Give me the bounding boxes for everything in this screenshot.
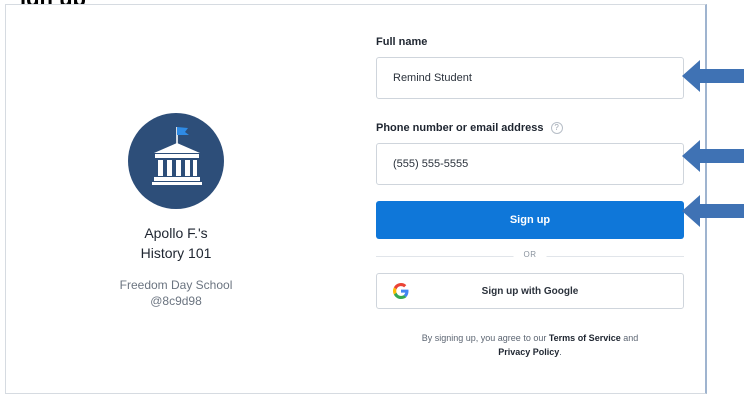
- school-name: Freedom Day School: [119, 278, 233, 292]
- class-code: @8c9d98: [150, 294, 202, 308]
- question-circle-icon[interactable]: ?: [550, 122, 563, 135]
- class-name: History 101: [140, 245, 212, 261]
- full-name-label: Full name: [376, 36, 428, 48]
- google-signup-button[interactable]: Sign up with Google: [376, 273, 684, 309]
- terms-end: .: [559, 347, 562, 357]
- sign-up-label: Sign up: [509, 214, 551, 226]
- google-g-icon: [393, 283, 409, 299]
- contact-label-text: Phone number or email address: [376, 122, 544, 134]
- terms-text: By signing up, you agree to our Terms of…: [376, 331, 684, 359]
- or-divider: OR: [376, 239, 684, 273]
- full-name-input[interactable]: Remind Student: [376, 57, 684, 99]
- school-building-flag-icon: [152, 127, 202, 185]
- terms-of-service-link[interactable]: Terms of Service: [549, 333, 621, 343]
- teacher-name: Apollo F.'s: [144, 225, 208, 241]
- privacy-policy-link[interactable]: Privacy Policy: [498, 347, 559, 357]
- left-arrow-icon: [682, 195, 744, 227]
- sign-up-button[interactable]: Sign up: [376, 201, 684, 239]
- left-arrow-icon: [682, 140, 744, 172]
- signup-form: Full name Remind Student Phone number or…: [376, 35, 684, 359]
- contact-input[interactable]: (555) 555-5555: [376, 143, 684, 185]
- left-arrow-icon: [682, 60, 744, 92]
- signup-card: Apollo F.'s History 101 Freedom Day Scho…: [5, 4, 707, 394]
- terms-pre: By signing up, you agree to our: [421, 333, 549, 343]
- google-signup-label: Sign up with Google: [481, 285, 579, 297]
- or-label: OR: [513, 250, 547, 259]
- contact-label: Phone number or email address ?: [376, 121, 684, 135]
- full-name-value: Remind Student: [393, 72, 472, 84]
- class-logo: [128, 113, 224, 209]
- contact-value: (555) 555-5555: [393, 158, 469, 170]
- class-info-panel: Apollo F.'s History 101 Freedom Day Scho…: [86, 113, 266, 309]
- terms-mid: and: [620, 333, 639, 343]
